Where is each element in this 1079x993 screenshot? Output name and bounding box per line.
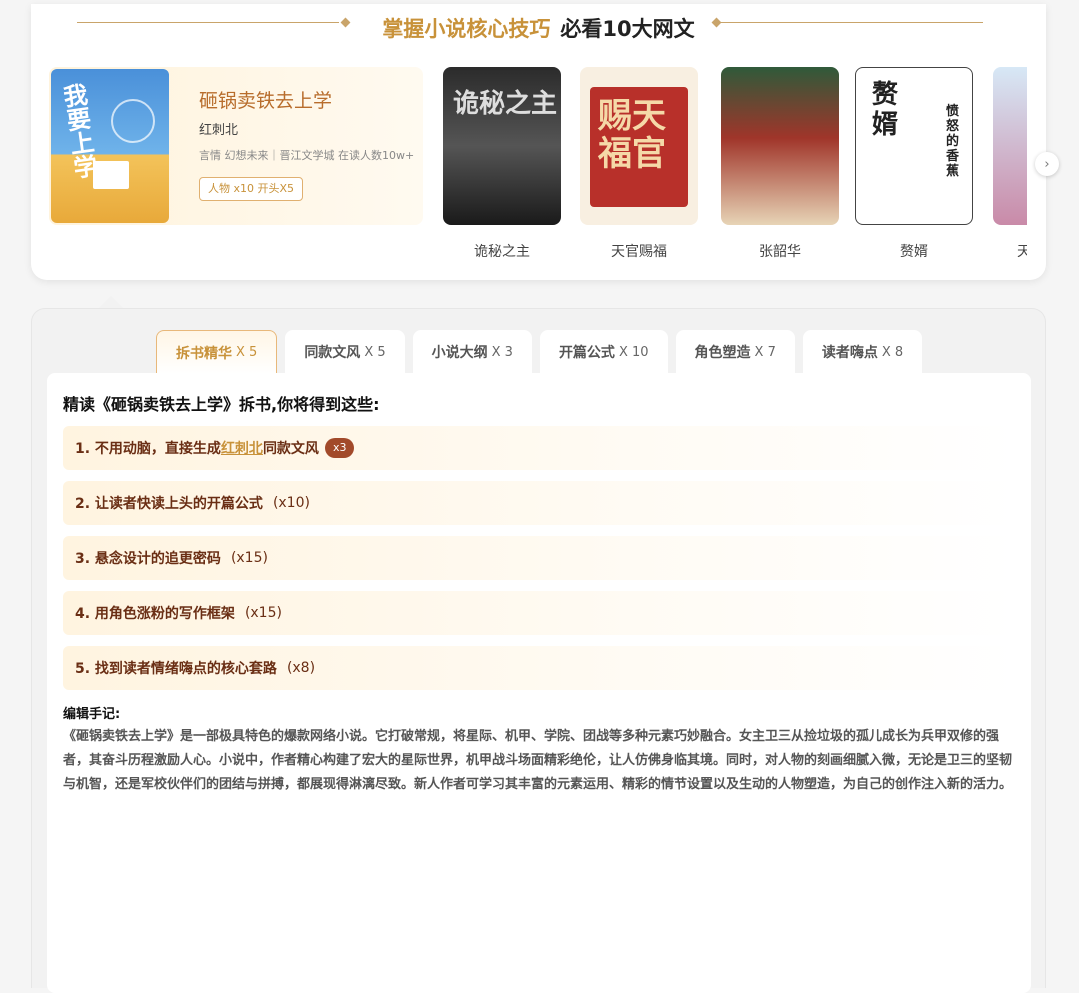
book-cover-title: 赐天福官	[598, 96, 666, 174]
count-badge: x3	[324, 438, 355, 458]
details-card: 拆书精华 X 5 同款文风 X 5 小说大纲 X 3 开篇公式 X 10 角色塑造 X 7…	[31, 308, 1046, 993]
tab-book-essence[interactable]: 拆书精华 X 5	[156, 330, 278, 374]
benefit-text: 1. 不用动脑，直接生成	[75, 441, 221, 457]
benefit-count: (x15)	[230, 550, 268, 566]
editor-notes-text: 《砸锅卖铁去上学》是一部极具特色的爆款网络小说。它打破常规，将星际、机甲、学院、…	[63, 729, 1013, 792]
book-name[interactable]: 天官赐福	[580, 241, 698, 261]
book-name[interactable]: 张韶华	[721, 241, 839, 261]
benefit-item: 3. 悬念设计的追更密码 (x15)	[63, 536, 1015, 580]
book-cover[interactable]: 赘婿 愤怒的香蕉	[855, 67, 973, 225]
featured-book-meta: 言情 幻想未来｜晋江文学城 在读人数10w+	[199, 149, 415, 162]
tab-count: X 8	[881, 344, 904, 360]
book-card[interactable]: 诡秘之主 诡秘之主	[443, 67, 561, 261]
benefit-item: 2. 让读者快读上头的开篇公式 (x10)	[63, 481, 1015, 525]
featured-book-cover[interactable]: 我要上学	[51, 69, 169, 223]
book-name[interactable]: 赘婿	[855, 241, 973, 261]
benefit-text: 3. 悬念设计的追更密码	[75, 551, 221, 567]
book-cover[interactable]: 赐天福官	[580, 67, 698, 225]
benefit-item: 4. 用角色涨粉的写作框架 (x15)	[63, 591, 1015, 635]
benefit-text: 4. 用角色涨粉的写作框架	[75, 606, 235, 622]
editor-notes-label: 编辑手记:	[63, 707, 121, 722]
book-card[interactable]: 赘婿 愤怒的香蕉 赘婿	[855, 67, 973, 261]
tab-label: 角色塑造	[694, 345, 751, 361]
book-cover[interactable]	[993, 67, 1027, 225]
panel-title: 精读《砸锅卖铁去上学》拆书,你将得到这些:	[63, 395, 380, 414]
tab-label: 开篇公式	[558, 345, 615, 361]
tab-reader-highlights[interactable]: 读者嗨点 X 8	[802, 330, 923, 374]
tab-count: X 10	[618, 344, 649, 360]
tab-label: 小说大纲	[431, 345, 488, 361]
featured-cover-title: 我要上学	[57, 81, 99, 181]
tab-count: X 7	[754, 344, 776, 360]
tab-label: 读者嗨点	[821, 345, 878, 361]
tab-panel: 精读《砸锅卖铁去上学》拆书,你将得到这些: 1. 不用动脑，直接生成 红刺北 同款…	[47, 373, 1031, 993]
section-title-highlight: 掌握小说核心技巧	[382, 17, 551, 41]
tab-bar: 拆书精华 X 5 同款文风 X 5 小说大纲 X 3 开篇公式 X 10 角色塑造 X 7…	[156, 330, 923, 374]
benefit-count: (x15)	[244, 605, 282, 621]
next-arrow-button[interactable]: ›	[1035, 152, 1059, 176]
tab-same-style[interactable]: 同款文风 X 5	[285, 330, 405, 374]
benefit-text: 同款文风	[262, 441, 319, 457]
benefit-text: 2. 让读者快读上头的开篇公式	[75, 496, 263, 512]
tab-count: X 3	[491, 344, 513, 360]
book-cover-title: 赘婿	[872, 80, 899, 140]
book-card[interactable]: 赐天福官 天官赐福	[580, 67, 698, 261]
chevron-right-icon: ›	[1044, 156, 1050, 172]
benefit-item: 5. 找到读者情绪嗨点的核心套路 (x8)	[63, 646, 1015, 690]
tab-opening-formula[interactable]: 开篇公式 X 10	[539, 330, 668, 374]
benefit-text: 5. 找到读者情绪嗨点的核心套路	[75, 661, 277, 677]
section-header: 掌握小说核心技巧 必看10大网文	[31, 12, 1046, 44]
tab-label: 同款文风	[304, 345, 361, 361]
tab-label: 拆书精华	[176, 345, 232, 362]
featured-book-tag: 人物 x10 开头X5	[199, 177, 304, 201]
book-cover-title: 诡秘之主	[453, 89, 558, 119]
tab-outline[interactable]: 小说大纲 X 3	[412, 330, 532, 374]
benefit-count: (x8)	[286, 660, 316, 676]
planet-decoration	[111, 99, 155, 143]
section-title-suffix: 必看10大网文	[560, 17, 695, 41]
book-cover[interactable]: 诡秘之主	[443, 67, 561, 225]
section-title: 掌握小说核心技巧 必看10大网文	[382, 13, 694, 43]
tab-count: X 5	[236, 345, 258, 360]
benefit-item: 1. 不用动脑，直接生成 红刺北 同款文风 x3	[63, 426, 1015, 470]
book-name[interactable]: 诡秘之主	[443, 241, 561, 261]
tab-character[interactable]: 角色塑造 X 7	[675, 330, 795, 374]
tab-pointer	[99, 296, 123, 308]
tab-count: X 5	[364, 344, 386, 360]
featured-book-title[interactable]: 砸锅卖铁去上学	[199, 86, 332, 113]
book-card[interactable]: 张韶华	[721, 67, 839, 261]
benefit-count: (x10)	[272, 495, 310, 511]
featured-book-author: 红刺北	[199, 123, 239, 138]
recommendation-card: 掌握小说核心技巧 必看10大网文 我要上学 砸锅卖铁去上学 红刺北 言情 幻想未来…	[31, 4, 1059, 280]
author-link[interactable]: 红刺北	[221, 438, 263, 458]
book-cover-author: 愤怒的香蕉	[946, 104, 960, 179]
book-cover[interactable]	[721, 67, 839, 225]
featured-book[interactable]: 我要上学 砸锅卖铁去上学 红刺北 言情 幻想未来｜晋江文学城 在读人数10w+ …	[49, 67, 423, 225]
book-name[interactable]: 天	[993, 241, 1027, 261]
book-card[interactable]: 天	[993, 67, 1027, 261]
